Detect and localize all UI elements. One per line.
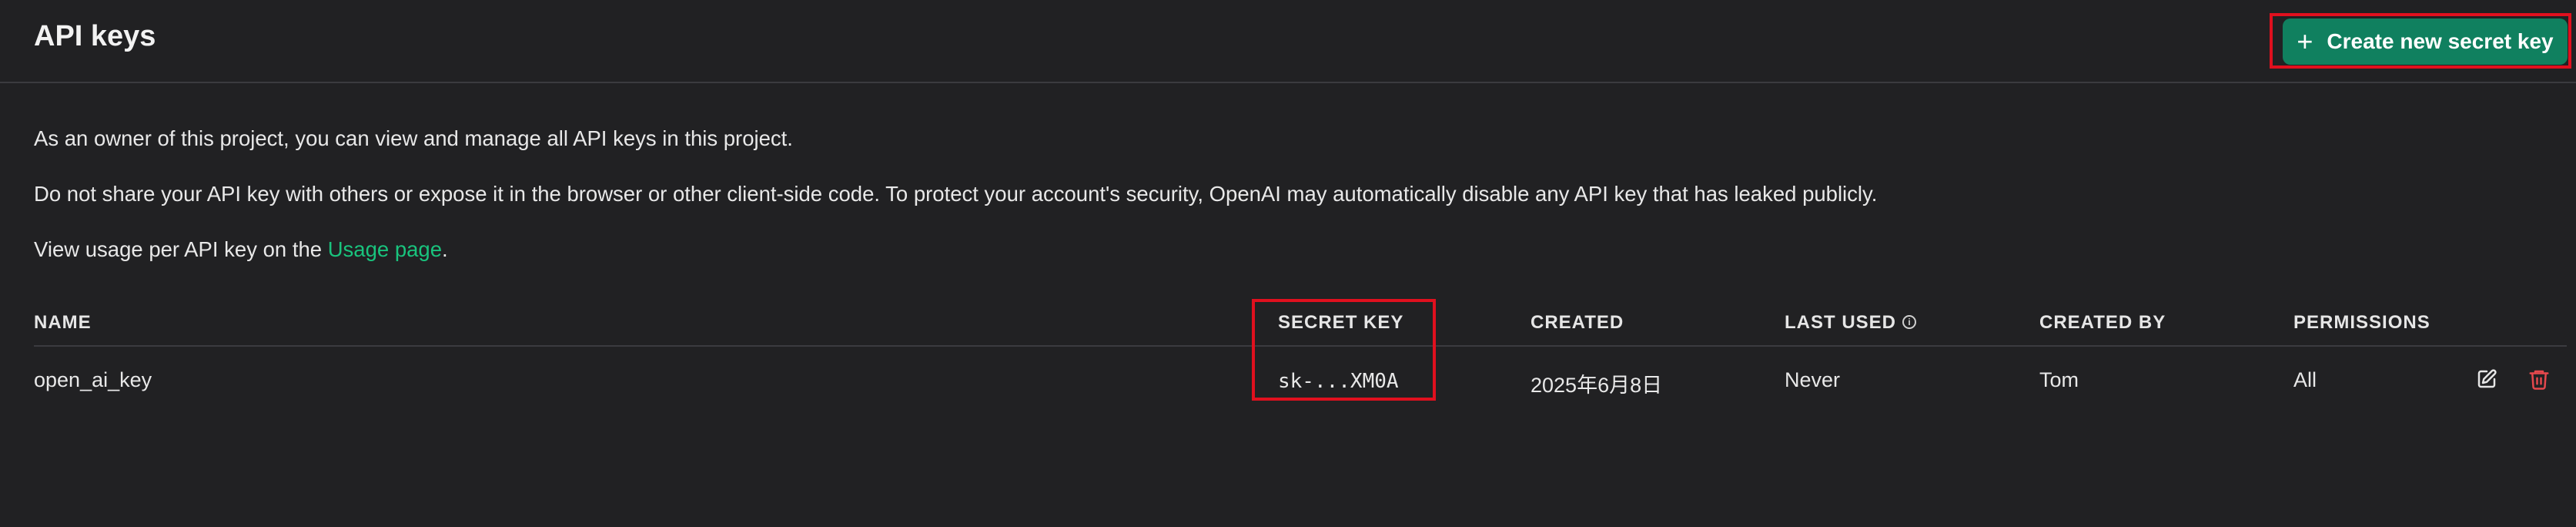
info-icon[interactable]: i xyxy=(1902,315,1917,329)
usage-suffix: . xyxy=(442,237,448,261)
column-header-name: NAME xyxy=(34,312,92,333)
created-date: 2025年6月8日 xyxy=(1531,374,1663,397)
owner-description: As an owner of this project, you can vie… xyxy=(34,126,793,150)
permissions-value: All xyxy=(2293,368,2317,391)
page-title: API keys xyxy=(34,20,156,52)
usage-page-link[interactable]: Usage page xyxy=(328,237,442,261)
last-used-value: Never xyxy=(1785,368,1841,391)
edit-icon xyxy=(2477,369,2497,388)
trash-icon xyxy=(2529,370,2549,390)
delete-key-button[interactable] xyxy=(2524,364,2554,394)
column-header-last-used-label: LAST USED xyxy=(1785,312,1897,333)
secret-key-highlight xyxy=(1252,299,1436,401)
created-by-value: Tom xyxy=(2039,368,2079,391)
column-header-created: CREATED xyxy=(1531,312,1624,333)
column-header-permissions: PERMISSIONS xyxy=(2293,312,2430,333)
usage-prefix: View usage per API key on the xyxy=(34,237,328,261)
edit-key-button[interactable] xyxy=(2471,364,2502,394)
column-header-last-used: LAST USED i xyxy=(1785,312,1917,334)
column-header-created-by: CREATED BY xyxy=(2039,312,2166,333)
security-warning: Do not share your API key with others or… xyxy=(34,182,1878,206)
page-header: API keys + Create new secret key xyxy=(0,0,2576,83)
usage-description: View usage per API key on the Usage page… xyxy=(34,237,448,262)
api-keys-page: API keys + Create new secret key As an o… xyxy=(0,0,2576,527)
create-button-label: Create new secret key xyxy=(2327,29,2554,53)
plus-icon: + xyxy=(2297,25,2313,57)
key-name: open_ai_key xyxy=(34,368,152,391)
create-new-secret-key-button[interactable]: + Create new secret key xyxy=(2283,18,2568,65)
